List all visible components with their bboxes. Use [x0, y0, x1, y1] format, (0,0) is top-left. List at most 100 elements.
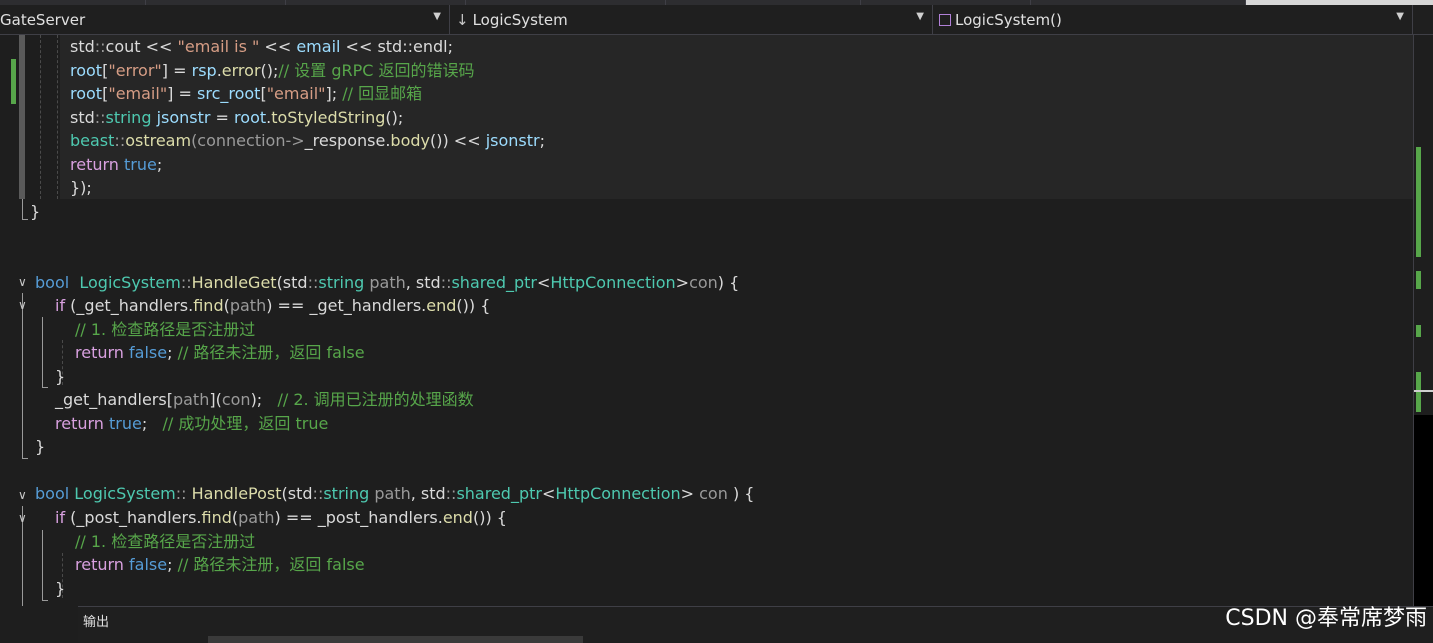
code-line: return true; — [70, 153, 162, 177]
code-token: LogicSystem — [79, 272, 181, 292]
indent-guide — [40, 35, 41, 199]
code-token: return — [75, 343, 130, 363]
code-token: :: — [180, 272, 192, 292]
vertical-scrollbar[interactable] — [1413, 35, 1433, 606]
code-token: body — [390, 131, 430, 151]
code-line: std::cout << "email is " << email << std… — [70, 35, 453, 59]
project-name: GateServer — [0, 11, 86, 29]
code-line: beast::ostream(connection->_response.bod… — [70, 129, 545, 153]
code-token: bool — [35, 272, 80, 292]
code-token: < — [536, 272, 551, 292]
code-token: std — [70, 107, 95, 127]
code-token: "email" — [266, 84, 326, 104]
code-line: if (_get_handlers.find(path) == _get_han… — [55, 294, 490, 318]
fold-chevron-icon[interactable]: ∨ — [18, 511, 27, 525]
code-token: ; — [167, 555, 178, 575]
code-token: return — [75, 555, 130, 575]
code-token: shared_ptr — [456, 484, 542, 504]
code-token: LogicSystem — [74, 484, 176, 504]
code-token: root — [70, 84, 103, 104]
code-editor[interactable]: ∨ ∨ ∨ ∨ std::cout << "email is " << emai… — [0, 35, 1413, 606]
code-token: :: — [445, 484, 457, 504]
code-token: , std — [405, 272, 441, 292]
code-line: bool LogicSystem::HandleGet(std::string … — [35, 271, 739, 295]
member-dropdown[interactable]: LogicSystem() ▼ — [933, 5, 1413, 35]
code-token: HttpConnection — [550, 272, 676, 292]
code-token: :: — [312, 484, 324, 504]
code-token: _get_handlers[ — [55, 390, 173, 410]
chevron-down-icon: ▼ — [916, 11, 924, 22]
code-token: cout — [105, 37, 146, 56]
code-token: (std — [276, 272, 308, 292]
code-token: path — [374, 484, 411, 504]
code-token: (connection-> — [191, 131, 305, 151]
code-token: (std — [281, 484, 313, 504]
scope-bracket — [42, 317, 48, 388]
scope-dropdown[interactable]: ↓ LogicSystem ▼ — [450, 5, 933, 35]
code-line: _get_handlers[path](con); // 2. 调用已注册的处理… — [55, 388, 474, 412]
code-token: // 1. 检查路径是否注册过 — [75, 319, 256, 339]
code-token: return — [70, 154, 125, 174]
code-token: << — [145, 37, 178, 56]
indent-guide — [57, 35, 58, 199]
code-token: path — [238, 508, 275, 527]
code-token: ; — [141, 413, 163, 433]
code-token: // 1. 检查路径是否注册过 — [75, 531, 256, 551]
code-token: "error" — [108, 60, 162, 80]
code-token: :: — [114, 131, 126, 151]
code-token: path — [369, 272, 406, 292]
code-token: jsonstr — [485, 131, 540, 151]
code-token: HttpConnection — [555, 484, 681, 504]
code-token: HandlePost — [191, 484, 282, 504]
change-bar — [11, 59, 16, 104]
code-token: ]( — [209, 390, 222, 410]
code-token: (); — [385, 107, 404, 127]
code-token: } — [30, 201, 41, 221]
code-token: false — [129, 343, 168, 363]
code-token: end — [442, 508, 473, 527]
change-marker — [1416, 372, 1421, 412]
code-token: if — [55, 508, 71, 527]
code-token: // 成功处理，返回 true — [162, 413, 329, 433]
fold-chevron-icon[interactable]: ∨ — [18, 488, 27, 502]
code-token: path — [172, 390, 210, 410]
code-token: src_root — [197, 84, 261, 104]
code-token: beast — [70, 131, 115, 151]
outline-bar — [19, 35, 25, 199]
code-token: root — [234, 107, 267, 127]
watermark: CSDN @奉常席梦雨 — [1225, 606, 1427, 631]
code-token: // 路径未注册，返回 false — [177, 343, 365, 363]
code-line: root["email"] = src_root["email"]; // 回显… — [70, 82, 422, 106]
code-line: } — [55, 577, 65, 601]
scope-bracket — [22, 199, 28, 220]
change-marker — [1416, 325, 1421, 337]
code-token: con — [699, 484, 733, 504]
scope-name: LogicSystem — [472, 11, 568, 29]
code-token: ()) { — [472, 508, 507, 527]
code-token: ) { — [717, 272, 740, 292]
project-dropdown[interactable]: GateServer ▼ — [0, 5, 450, 35]
code-token: "email is " — [177, 37, 260, 56]
code-token: shared_ptr — [451, 272, 537, 292]
fold-chevron-icon[interactable]: ∨ — [18, 275, 27, 289]
code-token: find — [193, 296, 224, 316]
code-token: con — [221, 390, 251, 410]
output-panel-title: 输出 — [83, 615, 110, 630]
code-token: :: — [94, 107, 106, 127]
code-token: return — [55, 413, 110, 433]
code-token: string — [323, 484, 375, 504]
member-name: LogicSystem() — [955, 11, 1062, 29]
code-token: :: — [307, 272, 319, 292]
code-token: (); — [260, 60, 279, 80]
code-token: con — [689, 272, 718, 292]
code-token: string — [105, 107, 157, 127]
code-line: } — [30, 200, 40, 224]
code-line: root["error"] = rsp.error();// 设置 gRPC 返… — [70, 59, 475, 83]
code-token: ()) << — [429, 131, 486, 151]
fold-chevron-icon[interactable]: ∨ — [18, 298, 27, 312]
code-token: ; — [167, 343, 178, 363]
code-token: end — [426, 296, 457, 316]
code-line: }); — [70, 176, 92, 200]
chevron-down-icon: ▼ — [433, 11, 441, 22]
code-token: std — [70, 37, 95, 56]
